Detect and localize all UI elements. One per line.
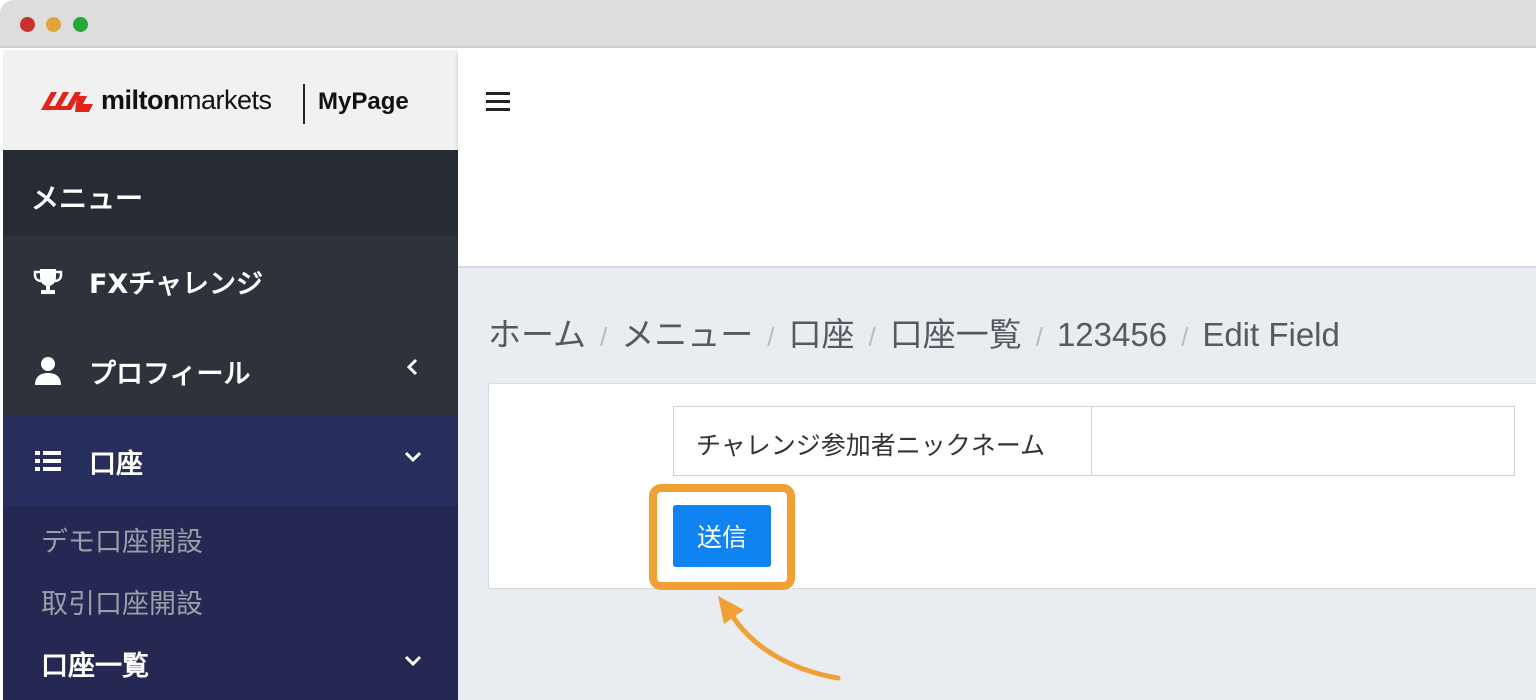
breadcrumb-home[interactable]: ホーム [488, 316, 586, 353]
nickname-input[interactable] [1093, 407, 1514, 475]
main-content: ホーム / メニュー / 口座 / 口座一覧 / 123456 / Edit Field チャレンジ… [458, 152, 1536, 700]
breadcrumb-current: Edit Field [1202, 316, 1340, 353]
breadcrumb-separator: / [1035, 322, 1043, 352]
hamburger-menu-icon[interactable] [486, 92, 512, 112]
sidebar: miltonmarkets MyPage メニュー FXチャレンジ プロフィール [3, 50, 458, 700]
breadcrumb-separator: / [767, 322, 775, 352]
submenu-item-demo-account[interactable]: デモ口座開設 [41, 520, 203, 559]
trophy-icon [33, 269, 63, 294]
menu-header-label: メニュー [31, 182, 144, 215]
breadcrumb: ホーム / メニュー / 口座 / 口座一覧 / 123456 / Edit Field [488, 308, 1340, 356]
sidebar-item-label: プロフィール [89, 359, 251, 390]
breadcrumb-separator: / [1181, 322, 1189, 352]
maximize-window-button[interactable] [73, 17, 88, 32]
chevron-left-icon [406, 358, 418, 376]
nickname-field-row: チャレンジ参加者ニックネーム [673, 406, 1515, 476]
list-icon [35, 451, 61, 471]
breadcrumb-accounts[interactable]: 口座 [788, 316, 854, 353]
submenu-item-trade-account[interactable]: 取引口座開設 [41, 582, 203, 621]
menu-header: メニュー [3, 150, 458, 236]
content-body: ホーム / メニュー / 口座 / 口座一覧 / 123456 / Edit Field チャレンジ… [458, 266, 1536, 700]
breadcrumb-separator: / [600, 322, 608, 352]
minimize-window-button[interactable] [46, 17, 61, 32]
submenu-item-account-list[interactable]: 口座一覧 [41, 644, 149, 683]
milton-logo-icon [41, 92, 93, 112]
brand-page-label: MyPage [318, 88, 409, 115]
pointer-arrow-icon [718, 596, 841, 681]
breadcrumb-menu[interactable]: メニュー [621, 316, 753, 353]
brand-name: miltonmarkets [101, 85, 272, 115]
breadcrumb-separator: / [868, 322, 876, 352]
title-bar [0, 0, 1536, 48]
sidebar-item-profile[interactable]: プロフィール [3, 326, 458, 416]
top-bar [458, 50, 1536, 152]
nickname-field-label: チャレンジ参加者ニックネーム [674, 407, 1092, 475]
logo-area[interactable]: miltonmarkets MyPage [3, 50, 458, 150]
close-window-button[interactable] [20, 17, 35, 32]
sidebar-item-fx-challenge[interactable]: FXチャレンジ [3, 236, 458, 326]
chevron-down-icon [404, 655, 422, 667]
breadcrumb-account-number[interactable]: 123456 [1057, 316, 1167, 353]
sidebar-item-accounts[interactable]: 口座 [3, 416, 458, 506]
browser-window: miltonmarkets MyPage メニュー FXチャレンジ プロフィール [0, 0, 1536, 700]
sidebar-item-label: FXチャレンジ [89, 269, 263, 300]
submit-button[interactable]: 送信 [673, 505, 771, 567]
nickname-label-text: チャレンジ参加者ニックネーム [696, 431, 1046, 460]
user-icon [35, 357, 61, 385]
edit-field-card: チャレンジ参加者ニックネーム 送信 [488, 383, 1536, 590]
sidebar-item-label: 口座 [89, 449, 143, 480]
breadcrumb-account-list[interactable]: 口座一覧 [890, 316, 1022, 353]
logo-divider [303, 84, 305, 124]
accounts-submenu: デモ口座開設 取引口座開設 口座一覧 [3, 506, 458, 700]
chevron-down-icon [404, 451, 422, 463]
